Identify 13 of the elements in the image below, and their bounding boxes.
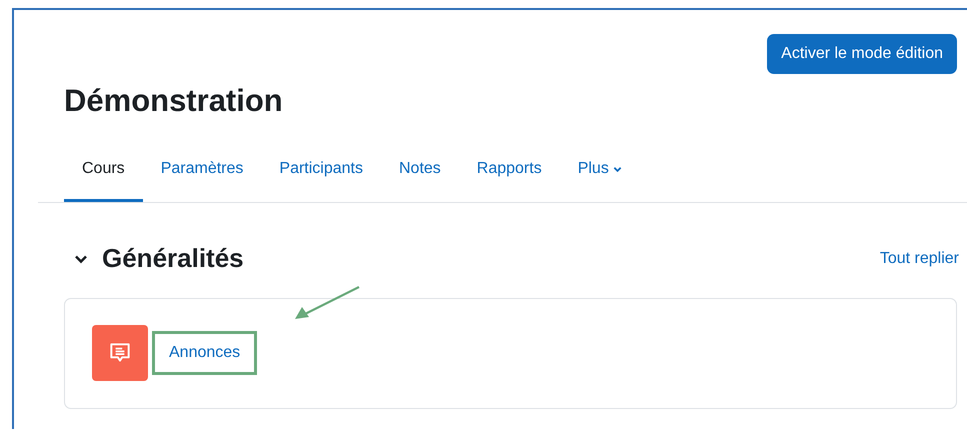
nav-tab[interactable]: Paramètres — [142, 150, 262, 202]
nav-tab[interactable]: Participants — [261, 150, 381, 202]
collapse-all-link[interactable]: Tout replier — [880, 250, 959, 268]
edit-mode-button[interactable]: Activer le mode édition — [767, 34, 957, 74]
caret-icon — [612, 164, 622, 174]
activity-link[interactable]: Annonces — [169, 344, 240, 361]
nav-tab[interactable]: Notes — [380, 150, 459, 202]
nav-tab[interactable]: Plus — [560, 150, 640, 202]
nav-tab[interactable]: Rapports — [458, 150, 560, 202]
forum-icon — [92, 325, 148, 381]
nav-tab[interactable]: Cours — [64, 150, 143, 202]
section-title: Généralités — [102, 243, 245, 274]
course-title: Démonstration — [64, 82, 284, 120]
